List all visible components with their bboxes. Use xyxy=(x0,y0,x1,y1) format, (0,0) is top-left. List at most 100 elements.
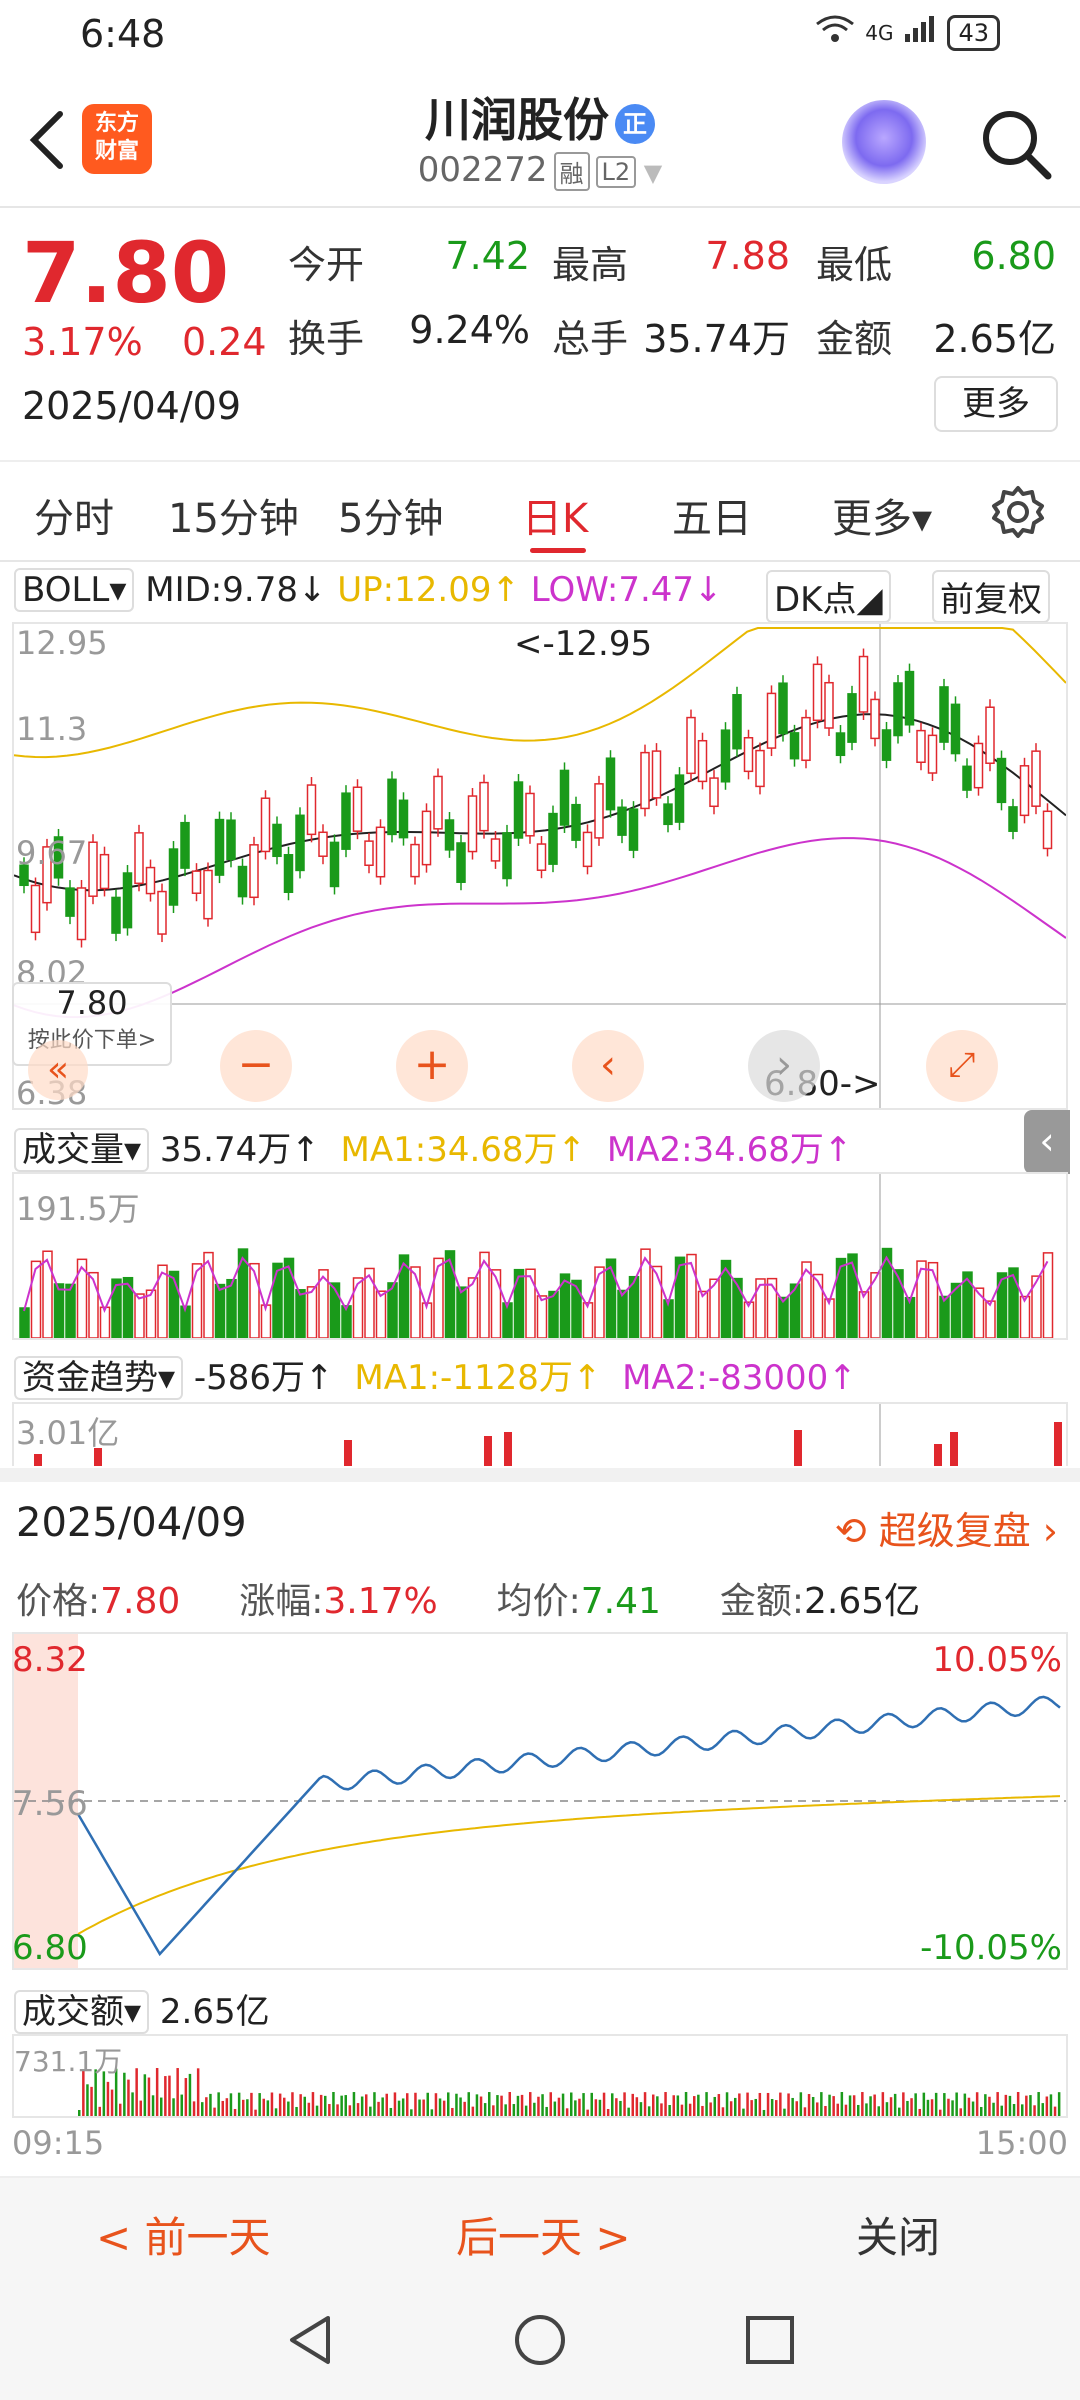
amount-bar xyxy=(672,2095,675,2116)
divider xyxy=(0,206,1080,208)
close-button[interactable]: 关闭 xyxy=(856,2204,940,2265)
amount-bar xyxy=(840,2092,844,2116)
amount-bar xyxy=(406,2093,409,2116)
volume-selector[interactable]: 成交量▾ xyxy=(14,1128,150,1172)
volume-bar xyxy=(582,1302,594,1338)
amount-selector[interactable]: 成交额▾ xyxy=(14,1990,150,2034)
assistant-robot-icon[interactable] xyxy=(842,100,926,184)
amount-bar xyxy=(410,2109,413,2116)
amount-bar xyxy=(992,2102,995,2116)
amount-bar xyxy=(201,2102,204,2116)
candle-body xyxy=(858,655,869,713)
amount-bar xyxy=(1016,2092,1020,2116)
tab-5day[interactable]: 五日 xyxy=(672,486,752,544)
fund-bar xyxy=(934,1444,942,1466)
amount-bar xyxy=(176,2068,179,2116)
pct-value: 3.17% xyxy=(323,1581,438,1622)
amount-chart[interactable] xyxy=(12,2034,1068,2118)
amount-bar xyxy=(151,2095,155,2116)
volume-bar xyxy=(99,1306,111,1338)
move-right-icon[interactable]: › xyxy=(748,1030,820,1102)
amount-bar xyxy=(988,2096,991,2116)
amount-bar xyxy=(262,2098,265,2116)
amount-bar xyxy=(332,2092,335,2116)
intraday-pct-bottom: -10.05% xyxy=(920,1928,1062,1968)
gear-icon[interactable] xyxy=(990,484,1046,540)
amount-bar xyxy=(1053,2106,1057,2116)
fullscreen-icon[interactable]: ⤢ xyxy=(926,1030,998,1102)
boll-selector[interactable]: BOLL▾ xyxy=(14,568,135,612)
candle-body xyxy=(513,781,524,839)
amount-bar xyxy=(787,2093,790,2116)
dk-point-button[interactable]: DK点◢ xyxy=(766,570,891,623)
kline-y-top: 12.95 xyxy=(16,624,108,662)
candle-body xyxy=(433,775,443,830)
avg-value: 7.41 xyxy=(580,1581,661,1622)
tab-daily[interactable]: 日K xyxy=(522,486,588,544)
amount-y-top: 731.1万 xyxy=(14,2045,123,2078)
search-icon[interactable] xyxy=(976,104,1056,184)
intraday-y-top: 8.32 xyxy=(12,1640,88,1680)
fund-selector[interactable]: 资金趋势▾ xyxy=(14,1356,184,1400)
zoom-in-icon[interactable]: + xyxy=(396,1030,468,1102)
nav-recents-icon[interactable] xyxy=(742,2312,798,2372)
side-panel-toggle-icon[interactable]: ‹ xyxy=(1024,1110,1070,1174)
move-left-icon[interactable]: ‹ xyxy=(572,1030,644,1102)
intraday-info: 价格:7.80 涨幅:3.17% 均价:7.41 金额:2.65亿 xyxy=(16,1572,920,1624)
candle-body xyxy=(651,750,662,799)
intraday-chart[interactable] xyxy=(12,1632,1068,1970)
amount-bar xyxy=(385,2093,388,2116)
amount-bar xyxy=(930,2099,934,2116)
volume-bar xyxy=(19,1307,30,1338)
amount-bar xyxy=(713,2096,716,2116)
amt-label: 金额: xyxy=(719,1581,804,1622)
amount-bar xyxy=(356,2103,360,2116)
tab-underline xyxy=(530,548,586,553)
volume-bar xyxy=(214,1283,226,1338)
tab-15min[interactable]: 15分钟 xyxy=(168,486,299,544)
amount-row: 成交额▾ 2.65亿 xyxy=(14,1984,270,2034)
amount-bar xyxy=(98,2106,101,2116)
candle-body xyxy=(318,831,328,857)
candle-body xyxy=(743,737,754,773)
amount-bar xyxy=(442,2100,446,2116)
amount-bar xyxy=(447,2092,450,2116)
kline-y-3: 9.67 xyxy=(16,834,88,872)
candle-body xyxy=(421,810,432,866)
tab-more[interactable]: 更多▾ xyxy=(832,486,932,544)
next-day-button[interactable]: 后一天 > xyxy=(456,2204,631,2265)
amount-bar xyxy=(570,2092,573,2116)
candle-body xyxy=(617,806,627,836)
adjust-button[interactable]: 前复权 xyxy=(932,570,1050,623)
history-icon: ⟲ xyxy=(834,1509,867,1553)
amount-bar xyxy=(820,2092,823,2116)
nav-back-icon[interactable] xyxy=(282,2312,338,2372)
candle-body xyxy=(99,853,110,890)
amount-bar xyxy=(274,2108,278,2116)
amount-bar xyxy=(975,2092,979,2116)
zoom-out-icon[interactable]: − xyxy=(220,1030,292,1102)
volume-chart[interactable] xyxy=(12,1172,1068,1340)
intraday-date: 2025/04/09 xyxy=(16,1500,247,1546)
tab-minute[interactable]: 分时 xyxy=(34,486,114,544)
volume-current: 35.74万↑ xyxy=(159,1130,320,1170)
amount-bar xyxy=(180,2094,183,2116)
candle-body xyxy=(237,865,248,898)
tab-5min[interactable]: 5分钟 xyxy=(338,486,443,544)
super-replay-link[interactable]: ⟲ 超级复盘 › xyxy=(835,1500,1058,1555)
candle-body xyxy=(387,778,397,836)
more-button[interactable]: 更多 xyxy=(934,376,1058,432)
amount-bar xyxy=(131,2092,134,2116)
fast-back-icon[interactable]: « xyxy=(28,1040,88,1100)
volume-bar xyxy=(1019,1295,1031,1338)
candle-body xyxy=(295,814,305,872)
volume-row: 成交量▾ 35.74万↑ MA1:34.68万↑ MA2:34.68万↑ xyxy=(14,1122,852,1172)
candle-body xyxy=(341,792,351,850)
volume-bar xyxy=(904,1296,916,1338)
candle-body xyxy=(88,841,98,897)
amount-bar xyxy=(824,2105,827,2116)
nav-home-icon[interactable] xyxy=(512,2312,568,2372)
fund-chart[interactable] xyxy=(12,1402,1068,1466)
prev-day-button[interactable]: < 前一天 xyxy=(96,2204,271,2265)
candle-body xyxy=(881,729,892,761)
